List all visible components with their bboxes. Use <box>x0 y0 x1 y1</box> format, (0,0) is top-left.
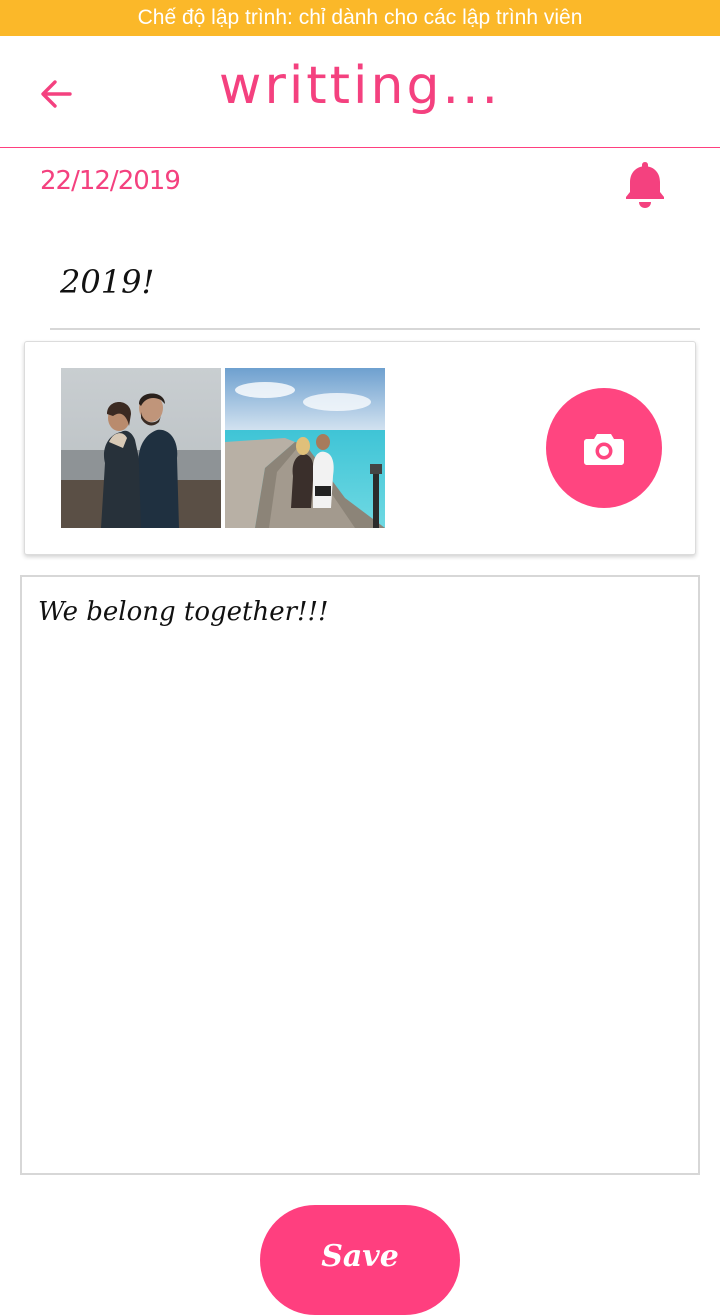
entry-date[interactable]: 22/12/2019 <box>40 166 181 196</box>
entry-content-input[interactable]: We belong together!!! <box>38 597 678 1157</box>
developer-mode-banner: Chế độ lập trình: chỉ dành cho các lập t… <box>0 0 720 36</box>
attached-photo[interactable] <box>61 368 221 528</box>
reminder-button[interactable] <box>618 156 672 212</box>
save-button-label: Save <box>321 1239 399 1274</box>
entry-title-input[interactable] <box>60 260 680 304</box>
date-row: 22/12/2019 <box>0 150 720 220</box>
page-title: writting... <box>218 56 502 116</box>
photo-attachments-card <box>24 341 696 555</box>
couple-boardwalk-photo <box>225 368 385 528</box>
couple-beach-photo <box>61 368 221 528</box>
attached-photo[interactable] <box>225 368 385 528</box>
entry-title-field <box>50 240 700 330</box>
camera-icon <box>584 434 624 465</box>
entry-content-box: We belong together!!! <box>20 575 700 1175</box>
add-photo-button[interactable] <box>546 388 662 508</box>
app-header: writting... <box>0 36 720 148</box>
bell-icon <box>626 162 664 208</box>
save-button[interactable]: Save <box>260 1205 460 1315</box>
